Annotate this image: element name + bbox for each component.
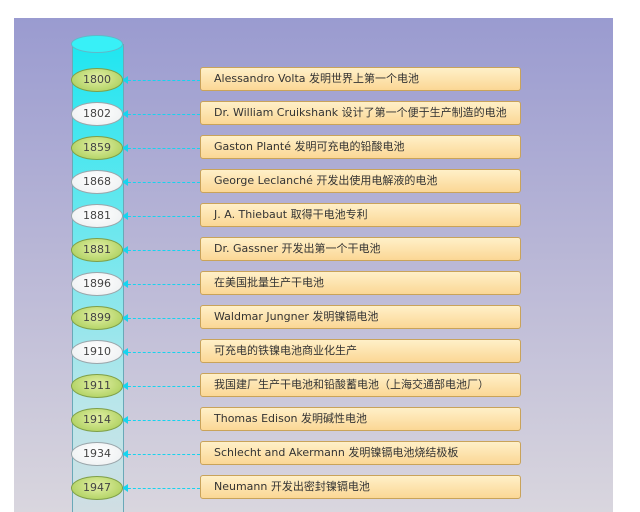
year-marker: 1800 (71, 68, 123, 92)
connector-line (123, 148, 200, 149)
timeline-item: 1881 J. A. Thiebaut 取得干电池专利 (14, 203, 613, 229)
timeline-item: 1802 Dr. William Cruikshank 设计了第一个便于生产制造的… (14, 101, 613, 127)
year-marker: 1910 (71, 340, 123, 364)
event-label: Schlecht and Akermann 发明镍镉电池烧结极板 (200, 441, 521, 465)
timeline-diagram: 1800 Alessandro Volta 发明世界上第一个电池 1802 Dr. W… (14, 18, 613, 512)
event-label: Waldmar Jungner 发明镍镉电池 (200, 305, 521, 329)
event-label: 在美国批量生产干电池 (200, 271, 521, 295)
timeline-item: 1859 Gaston Planté 发明可充电的铅酸电池 (14, 135, 613, 161)
event-label: J. A. Thiebaut 取得干电池专利 (200, 203, 521, 227)
connector-line (123, 488, 200, 489)
timeline-item: 1881 Dr. Gassner 开发出第一个干电池 (14, 237, 613, 263)
connector-line (123, 352, 200, 353)
event-label: Dr. Gassner 开发出第一个干电池 (200, 237, 521, 261)
connector-line (123, 182, 200, 183)
connector-line (123, 284, 200, 285)
timeline-item: 1896 在美国批量生产干电池 (14, 271, 613, 297)
timeline-item: 1911 我国建厂生产干电池和铅酸蓄电池（上海交通部电池厂） (14, 373, 613, 399)
event-label: Neumann 开发出密封镍镉电池 (200, 475, 521, 499)
year-marker: 1881 (71, 204, 123, 228)
connector-line (123, 454, 200, 455)
connector-line (123, 216, 200, 217)
connector-line (123, 386, 200, 387)
event-label: George Leclanché 开发出使用电解液的电池 (200, 169, 521, 193)
connector-line (123, 420, 200, 421)
timeline-item: 1934 Schlecht and Akermann 发明镍镉电池烧结极板 (14, 441, 613, 467)
event-label: 我国建厂生产干电池和铅酸蓄电池（上海交通部电池厂） (200, 373, 521, 397)
year-marker: 1899 (71, 306, 123, 330)
year-marker: 1947 (71, 476, 123, 500)
event-label: Gaston Planté 发明可充电的铅酸电池 (200, 135, 521, 159)
connector-line (123, 114, 200, 115)
timeline-item: 1868 George Leclanché 开发出使用电解液的电池 (14, 169, 613, 195)
connector-line (123, 318, 200, 319)
connector-line (123, 80, 200, 81)
event-label: Dr. William Cruikshank 设计了第一个便于生产制造的电池 (200, 101, 521, 125)
year-marker: 1911 (71, 374, 123, 398)
timeline-item: 1800 Alessandro Volta 发明世界上第一个电池 (14, 67, 613, 93)
timeline-item: 1910 可充电的铁镍电池商业化生产 (14, 339, 613, 365)
event-label: Alessandro Volta 发明世界上第一个电池 (200, 67, 521, 91)
year-marker: 1934 (71, 442, 123, 466)
event-label: 可充电的铁镍电池商业化生产 (200, 339, 521, 363)
timeline-item: 1899 Waldmar Jungner 发明镍镉电池 (14, 305, 613, 331)
event-label: Thomas Edison 发明碱性电池 (200, 407, 521, 431)
year-marker: 1881 (71, 238, 123, 262)
year-marker: 1802 (71, 102, 123, 126)
year-marker: 1896 (71, 272, 123, 296)
timeline-item: 1947 Neumann 开发出密封镍镉电池 (14, 475, 613, 501)
timeline-cylinder-top (71, 35, 123, 53)
year-marker: 1868 (71, 170, 123, 194)
timeline-item: 1914 Thomas Edison 发明碱性电池 (14, 407, 613, 433)
year-marker: 1914 (71, 408, 123, 432)
connector-line (123, 250, 200, 251)
year-marker: 1859 (71, 136, 123, 160)
